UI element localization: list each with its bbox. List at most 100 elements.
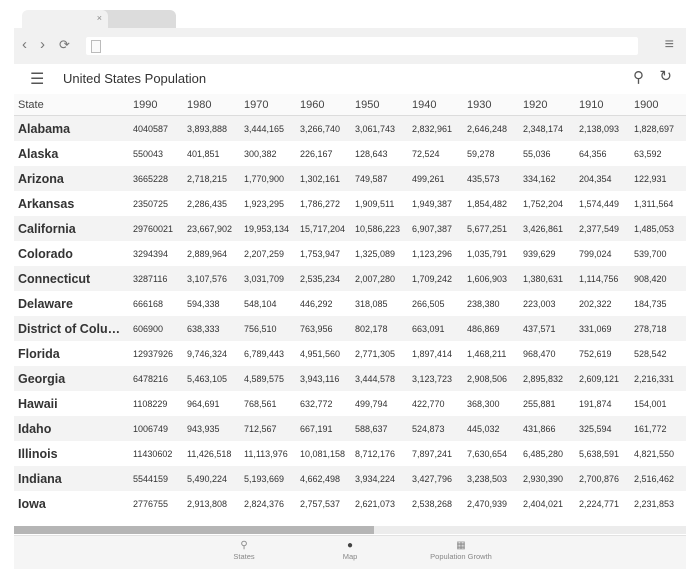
table-row[interactable]: Florida 12937926 9,746,324 6,789,443 4,951,5…: [14, 341, 686, 366]
population-cell: 3,266,740: [296, 115, 351, 141]
population-cell: 632,772: [296, 391, 351, 416]
forward-icon[interactable]: ›: [40, 36, 45, 53]
refresh-icon[interactable]: ↻: [659, 67, 672, 85]
column-header-year[interactable]: 1920: [519, 94, 575, 116]
population-cell: 2776755: [129, 491, 183, 516]
back-icon[interactable]: ‹: [22, 36, 27, 53]
state-name-cell: District of Columbia: [14, 316, 129, 341]
column-header-year[interactable]: 1950: [351, 94, 408, 116]
column-header-year[interactable]: 1980: [183, 94, 240, 116]
table-row[interactable]: Hawaii 1108229 964,691 768,561 632,772 499,79…: [14, 391, 686, 416]
column-header-year[interactable]: 1970: [240, 94, 296, 116]
state-name-cell: Arkansas: [14, 191, 129, 216]
population-cell: 964,691: [183, 391, 240, 416]
population-cell: 19,953,134: [240, 216, 296, 241]
population-cell: 943,935: [183, 416, 240, 441]
table-row[interactable]: District of Columbia 606900 638,333 756,510…: [14, 316, 686, 341]
column-header-state[interactable]: State: [14, 94, 129, 116]
population-cell: 1,468,211: [463, 341, 519, 366]
table-row[interactable]: Georgia 6478216 5,463,105 4,589,575 3,943,11…: [14, 366, 686, 391]
nav-item-population-growth[interactable]: ▦ Population Growth: [421, 540, 501, 561]
table-row[interactable]: Idaho 1006749 943,935 712,567 667,191 588,637…: [14, 416, 686, 441]
population-cell: 4,821,550: [630, 441, 686, 466]
column-header-year[interactable]: 1910: [575, 94, 630, 116]
population-cell: 8,712,176: [351, 441, 408, 466]
table-row[interactable]: Alabama 4040587 3,893,888 3,444,165 3,266,74…: [14, 115, 686, 141]
population-cell: 325,594: [575, 416, 630, 441]
population-cell: 1,828,697: [630, 115, 686, 141]
table-row[interactable]: Illinois 11430602 11,426,518 11,113,976 10,0…: [14, 441, 686, 466]
table-row[interactable]: Delaware 666168 594,338 548,104 446,292 318,0…: [14, 291, 686, 316]
population-cell: 594,338: [183, 291, 240, 316]
population-cell: 202,322: [575, 291, 630, 316]
table-row[interactable]: Indiana 5544159 5,490,224 5,193,669 4,662,49…: [14, 466, 686, 491]
nav-item-map[interactable]: ● Map: [330, 540, 370, 561]
population-cell: 435,573: [463, 166, 519, 191]
tab-close-icon[interactable]: ×: [97, 13, 102, 23]
population-cell: 588,637: [351, 416, 408, 441]
column-header-year[interactable]: 1960: [296, 94, 351, 116]
column-header-year[interactable]: 1900: [630, 94, 686, 116]
population-cell: 6478216: [129, 366, 183, 391]
population-cell: 226,167: [296, 141, 351, 166]
population-cell: 2,286,435: [183, 191, 240, 216]
nav-item-label: Population Growth: [430, 552, 492, 561]
state-name-cell: Indiana: [14, 466, 129, 491]
state-name-cell: Delaware: [14, 291, 129, 316]
scrollbar-thumb[interactable]: [14, 526, 374, 534]
column-header-year[interactable]: 1990: [129, 94, 183, 116]
population-cell: 908,420: [630, 266, 686, 291]
population-cell: 204,354: [575, 166, 630, 191]
population-cell: 11430602: [129, 441, 183, 466]
population-cell: 2,516,462: [630, 466, 686, 491]
population-cell: 15,717,204: [296, 216, 351, 241]
population-cell: 334,162: [519, 166, 575, 191]
table-row[interactable]: Iowa 2776755 2,913,808 2,824,376 2,757,537 2,…: [14, 491, 686, 516]
population-cell: 763,956: [296, 316, 351, 341]
population-cell: 9,746,324: [183, 341, 240, 366]
horizontal-scrollbar[interactable]: [14, 526, 686, 534]
search-icon[interactable]: ⚲: [633, 68, 644, 86]
table-row[interactable]: Arkansas 2350725 2,286,435 1,923,295 1,786,2…: [14, 191, 686, 216]
population-cell: 2,224,771: [575, 491, 630, 516]
population-cell: 238,380: [463, 291, 519, 316]
population-cell: 3,934,224: [351, 466, 408, 491]
population-cell: 446,292: [296, 291, 351, 316]
population-cell: 6,485,280: [519, 441, 575, 466]
browser-tab-active[interactable]: ×: [22, 10, 108, 28]
population-table: State 1990 1980 1970 1960 1950 1940 1930 1920 191…: [14, 94, 686, 516]
population-cell: 548,104: [240, 291, 296, 316]
population-cell: 3,427,796: [408, 466, 463, 491]
state-name-cell: Idaho: [14, 416, 129, 441]
population-cell: 2,348,174: [519, 115, 575, 141]
reload-icon[interactable]: ⟳: [59, 37, 70, 53]
population-cell: 368,300: [463, 391, 519, 416]
table-row[interactable]: Colorado 3294394 2,889,964 2,207,259 1,753,9…: [14, 241, 686, 266]
table-row[interactable]: California 29760021 23,667,902 19,953,134 15…: [14, 216, 686, 241]
hamburger-menu-icon[interactable]: ☰: [30, 69, 44, 89]
population-cell: 1,035,791: [463, 241, 519, 266]
table-row[interactable]: Alaska 550043 401,851 300,382 226,167 128,643…: [14, 141, 686, 166]
population-cell: 1,114,756: [575, 266, 630, 291]
population-cell: 5,490,224: [183, 466, 240, 491]
address-bar[interactable]: [86, 37, 638, 55]
population-cell: 2,930,390: [519, 466, 575, 491]
population-cell: 2,913,808: [183, 491, 240, 516]
column-header-year[interactable]: 1940: [408, 94, 463, 116]
population-cell: 2,824,376: [240, 491, 296, 516]
population-cell: 2350725: [129, 191, 183, 216]
population-cell: 2,138,093: [575, 115, 630, 141]
population-cell: 55,036: [519, 141, 575, 166]
population-cell: 1,770,900: [240, 166, 296, 191]
browser-tab-inactive[interactable]: [98, 10, 176, 28]
column-header-year[interactable]: 1930: [463, 94, 519, 116]
table-row[interactable]: Connecticut 3287116 3,107,576 3,031,709 2,53…: [14, 266, 686, 291]
population-cell: 712,567: [240, 416, 296, 441]
population-cell: 11,426,518: [183, 441, 240, 466]
nav-item-states[interactable]: ⚲ States: [219, 540, 269, 561]
population-cell: 6,907,387: [408, 216, 463, 241]
population-cell: 2,377,549: [575, 216, 630, 241]
browser-menu-icon[interactable]: ≡: [665, 36, 674, 54]
state-name-cell: Alaska: [14, 141, 129, 166]
table-row[interactable]: Arizona 3665228 2,718,215 1,770,900 1,302,16…: [14, 166, 686, 191]
